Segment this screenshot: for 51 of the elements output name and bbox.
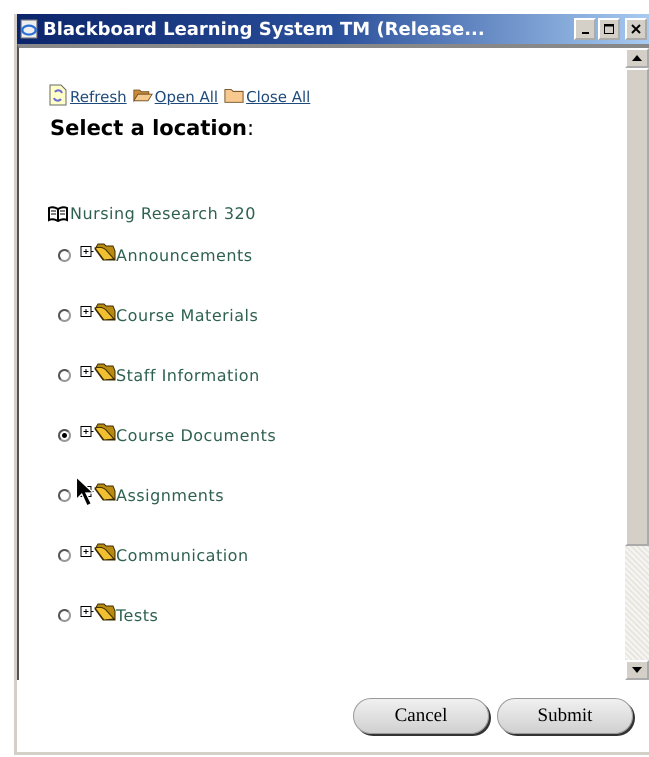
folder-icon [94,603,116,621]
radio-button[interactable] [58,308,71,322]
folder-icon [94,243,116,261]
book-icon [48,206,68,222]
maximize-button[interactable] [598,18,620,40]
close-button[interactable] [625,18,647,40]
radio-button[interactable] [58,548,71,562]
folder-icon [94,363,116,381]
scroll-thumb[interactable] [625,68,649,546]
scrollbar[interactable] [625,48,649,680]
minimize-button[interactable] [574,18,596,40]
browser-icon [19,19,39,39]
radio-button[interactable] [58,488,71,502]
dialog-button[interactable]: Cancel [353,698,489,734]
window-title: Blackboard Learning System TM (Release... [43,18,486,40]
heading: Select a location [50,116,247,140]
folder-link[interactable]: Assignments [116,486,224,504]
folder-link[interactable]: Staff Information [116,366,260,384]
scroll-up-button[interactable] [625,48,649,68]
radio-button[interactable] [58,428,71,442]
toolbar-link[interactable]: Open All [154,88,218,106]
folder-icon [94,543,116,561]
radio-button[interactable] [58,368,71,382]
heading-colon: : [246,116,254,140]
expand-icon[interactable] [80,546,94,556]
minimize-icon [582,32,588,34]
expand-icon[interactable] [80,606,94,616]
close-icon [630,23,642,35]
folder-link[interactable]: Course Materials [116,306,258,324]
toolbar-link[interactable]: Refresh [70,88,127,106]
radio-button[interactable] [58,248,71,262]
expand-icon[interactable] [80,246,94,256]
expand-icon[interactable] [80,426,94,436]
folder-link[interactable]: Announcements [116,246,253,264]
folder-icon [94,303,116,321]
down-arrow-icon [632,667,642,673]
up-arrow-icon [632,55,642,61]
folder-icon [94,483,116,501]
refresh-icon [48,84,68,106]
folder-link[interactable]: Communication [116,546,249,564]
maximize-icon [603,23,615,35]
course-link[interactable]: Nursing Research 320 [70,204,256,223]
toolbar-link[interactable]: Close All [246,88,310,106]
expand-icon[interactable] [80,366,94,376]
radio-button[interactable] [58,608,71,622]
expand-icon[interactable] [80,306,94,316]
scroll-down-button[interactable] [625,660,649,680]
folder-link[interactable]: Tests [116,606,158,624]
dialog-button[interactable]: Submit [497,698,633,734]
folder-icon [94,423,116,441]
folder-link[interactable]: Course Documents [116,426,276,444]
